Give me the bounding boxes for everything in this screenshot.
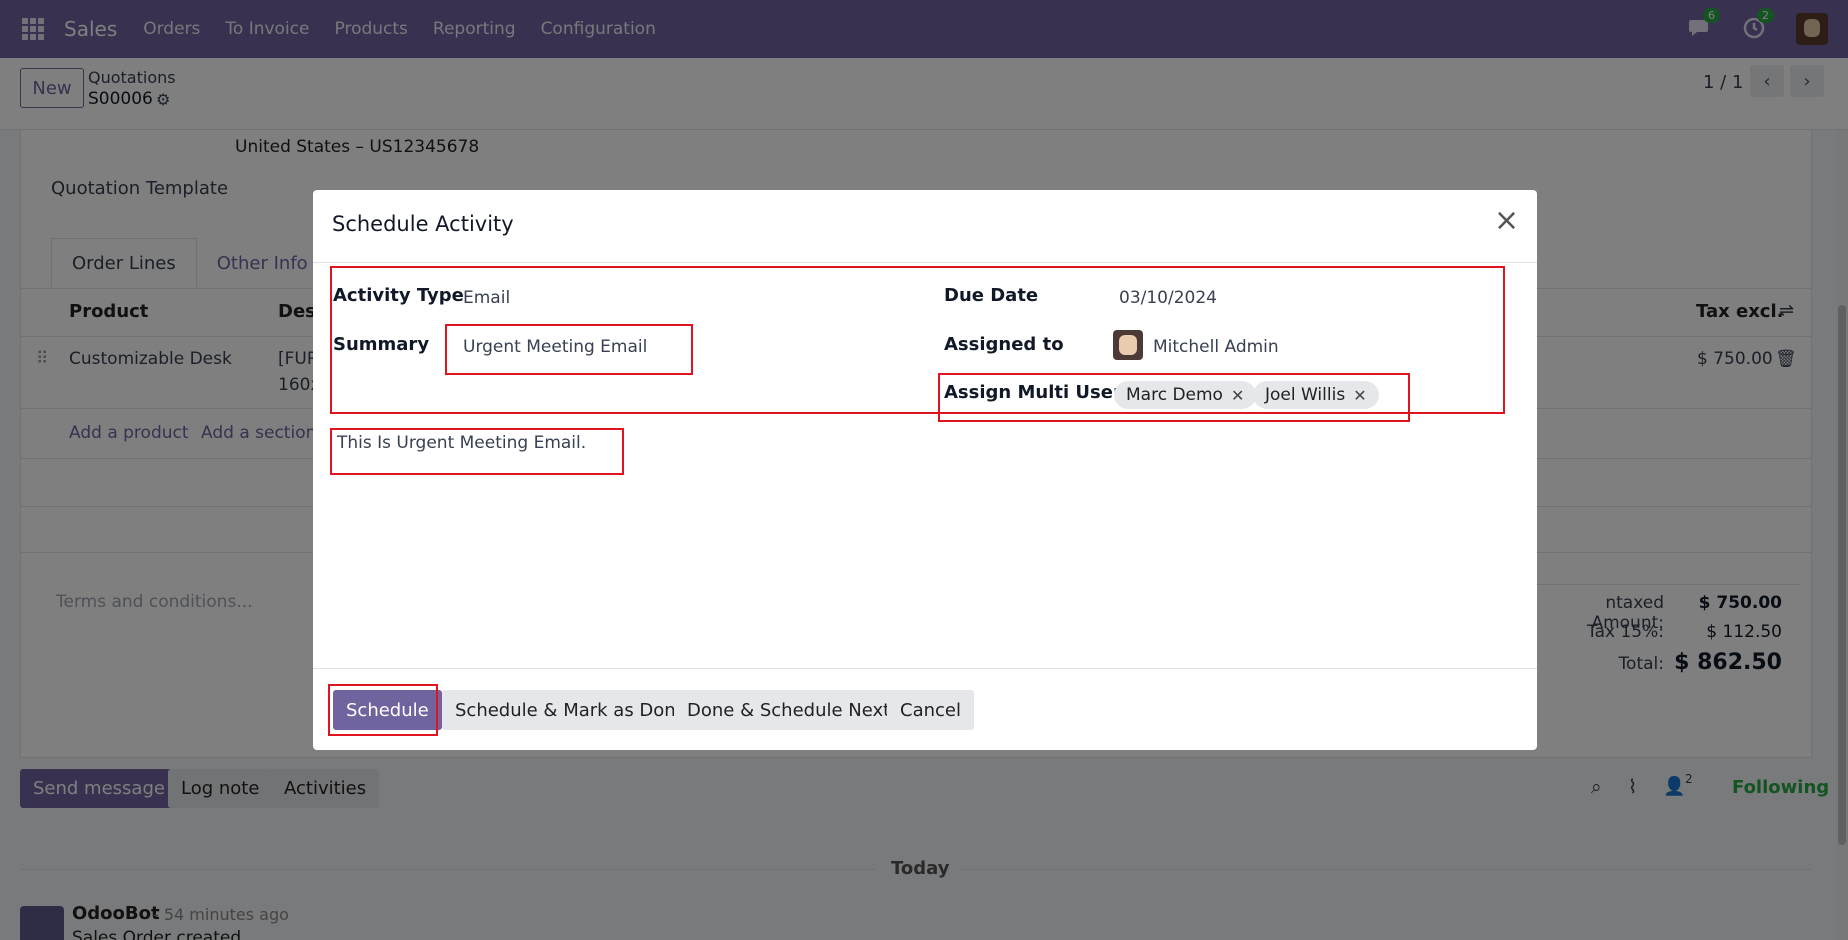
close-icon[interactable]: × bbox=[1494, 206, 1519, 236]
highlight-summary-box bbox=[445, 324, 693, 375]
highlight-multi-users-box bbox=[938, 373, 1410, 422]
dialog-footer-divider bbox=[313, 668, 1537, 669]
dialog-title: Schedule Activity bbox=[332, 212, 514, 236]
dialog-header-divider bbox=[313, 262, 1537, 263]
schedule-activity-dialog: Schedule Activity × Activity Type Email … bbox=[313, 190, 1537, 750]
cancel-button[interactable]: Cancel bbox=[887, 690, 974, 730]
schedule-mark-done-button[interactable]: Schedule & Mark as Done bbox=[442, 690, 700, 730]
done-schedule-next-button[interactable]: Done & Schedule Next bbox=[674, 690, 904, 730]
highlight-note-box bbox=[330, 428, 624, 475]
highlight-schedule-box bbox=[328, 684, 438, 736]
